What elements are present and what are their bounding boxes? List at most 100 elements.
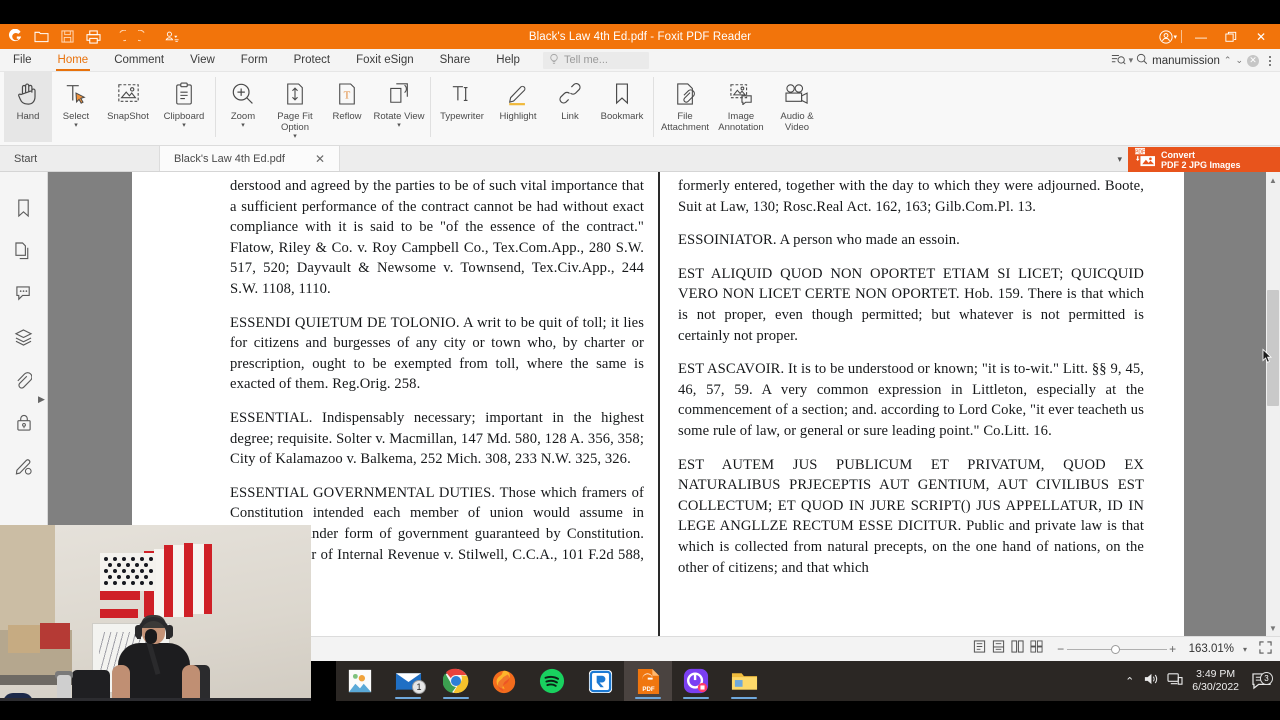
- volume-icon[interactable]: [1143, 672, 1158, 691]
- signatures-icon[interactable]: [12, 454, 36, 478]
- tab-close-icon[interactable]: ✕: [315, 152, 325, 166]
- taskbar-running-indicator: [731, 697, 757, 699]
- convert-ad-icon: PDF: [1134, 147, 1156, 172]
- fullscreen-icon[interactable]: [1259, 641, 1272, 657]
- taskbar-item-firefox[interactable]: [480, 661, 528, 701]
- file-attachment-button[interactable]: File Attachment: [657, 72, 713, 142]
- find-input[interactable]: manumission: [1152, 55, 1220, 67]
- paragraph: ESSENDI QUIETUM DE TOLONIO. A writ to be…: [230, 314, 644, 393]
- tab-blacks-law-pdf[interactable]: Black's Law 4th Ed.pdf ✕: [160, 146, 340, 171]
- restore-button[interactable]: [1216, 24, 1246, 49]
- zoom-caret-icon[interactable]: ▾: [241, 122, 245, 129]
- foxit-logo-icon[interactable]: [3, 26, 27, 48]
- flag-union: [100, 553, 156, 591]
- rotate-view-button[interactable]: Rotate View ▾: [371, 72, 427, 142]
- undo-icon[interactable]: [107, 26, 131, 48]
- single-page-view-icon[interactable]: [973, 640, 986, 658]
- touch-mode-icon[interactable]: [159, 26, 183, 48]
- menu-item-foxit-esign[interactable]: Foxit eSign: [343, 49, 427, 72]
- hand-tool-button[interactable]: Hand: [4, 72, 52, 142]
- link-tool-button[interactable]: Link: [546, 72, 594, 142]
- taskbar-item-file-explorer[interactable]: [720, 661, 768, 701]
- highlight-tool-button[interactable]: Highlight: [490, 72, 546, 142]
- save-icon[interactable]: [55, 26, 79, 48]
- menu-item-form[interactable]: Form: [228, 49, 281, 72]
- page-fit-caret-icon[interactable]: ▾: [293, 133, 297, 140]
- tab-overflow-caret-icon[interactable]: ▾: [1117, 146, 1122, 172]
- comments-icon[interactable]: [12, 282, 36, 306]
- network-icon[interactable]: [1167, 672, 1183, 691]
- convert-pdf-ad-banner[interactable]: PDF Convert PDF 2 JPG Images: [1128, 147, 1280, 172]
- menu-item-protect[interactable]: Protect: [281, 49, 343, 72]
- taskbar-item-foxit-pdf[interactable]: PDF: [624, 661, 672, 701]
- menu-item-view[interactable]: View: [177, 49, 228, 72]
- menu-item-help[interactable]: Help: [483, 49, 533, 72]
- taskbar-item-photos[interactable]: [336, 661, 384, 701]
- find-previous-icon[interactable]: ⌃: [1224, 55, 1232, 66]
- screen-left-letterbox: [311, 661, 336, 701]
- bookmark-tool-button[interactable]: Bookmark: [594, 72, 650, 142]
- more-options-icon[interactable]: [1262, 55, 1278, 66]
- zoom-level-value[interactable]: 163.01%: [1189, 643, 1234, 655]
- document-scrollbar[interactable]: ▲ ▼: [1266, 172, 1280, 636]
- security-icon[interactable]: [12, 411, 36, 435]
- taskbar-clock[interactable]: 3:49 PM 6/30/2022: [1192, 668, 1239, 694]
- microphone-icon: [145, 629, 157, 644]
- scroll-up-icon[interactable]: ▲: [1267, 174, 1279, 186]
- search-options-icon[interactable]: [1111, 53, 1126, 69]
- taskbar-item-chrome[interactable]: [432, 661, 480, 701]
- continuous-view-icon[interactable]: [992, 640, 1005, 658]
- zoom-level-caret-icon[interactable]: ▾: [1243, 645, 1247, 654]
- rotate-view-caret-icon[interactable]: ▾: [397, 122, 401, 129]
- close-button[interactable]: ✕: [1246, 24, 1276, 49]
- audio-video-button[interactable]: Audio & Video: [769, 72, 825, 142]
- layers-icon[interactable]: [12, 325, 36, 349]
- zoom-slider-knob[interactable]: [1110, 644, 1120, 654]
- navpane-expand-icon[interactable]: ▶: [38, 394, 45, 405]
- bookmarks-icon[interactable]: [12, 196, 36, 220]
- menu-item-share[interactable]: Share: [427, 49, 484, 72]
- clipboard-caret-icon[interactable]: ▾: [182, 122, 186, 129]
- menu-item-home[interactable]: Home: [45, 49, 102, 72]
- find-clear-icon[interactable]: ✕: [1247, 54, 1259, 67]
- window-controls: ▾ — ✕: [1151, 24, 1280, 49]
- continuous-facing-view-icon[interactable]: [1030, 640, 1043, 658]
- print-icon[interactable]: [81, 26, 105, 48]
- notification-center-icon[interactable]: 3: [1248, 671, 1274, 690]
- account-caret-icon[interactable]: ▾: [1173, 33, 1177, 41]
- select-tool-button[interactable]: Select ▾: [52, 72, 100, 142]
- zoom-tool-button[interactable]: Zoom ▾: [219, 72, 267, 142]
- select-caret-icon[interactable]: ▾: [74, 122, 78, 129]
- taskbar-item-streamlabs[interactable]: [672, 661, 720, 701]
- menu-item-comment[interactable]: Comment: [101, 49, 177, 72]
- minimize-button[interactable]: —: [1186, 24, 1216, 49]
- search-options-caret-icon[interactable]: ▾: [1129, 55, 1134, 66]
- clipboard-tool-button[interactable]: Clipboard ▾: [156, 72, 212, 142]
- page-thumbnails-icon[interactable]: [12, 239, 36, 263]
- tab-start-label: Start: [14, 152, 38, 165]
- menu-item-file[interactable]: File: [0, 49, 45, 72]
- open-icon[interactable]: [29, 26, 53, 48]
- reflow-tool-button[interactable]: T Reflow: [323, 72, 371, 142]
- show-hidden-icons-icon[interactable]: ⌃: [1125, 675, 1134, 688]
- zoom-slider-rail[interactable]: [1066, 644, 1167, 654]
- typewriter-tool-button[interactable]: Typewriter: [434, 72, 490, 142]
- zoom-out-button[interactable]: −: [1055, 642, 1067, 656]
- redo-icon[interactable]: [133, 26, 157, 48]
- zoom-in-button[interactable]: +: [1167, 642, 1179, 656]
- scroll-down-icon[interactable]: ▼: [1267, 622, 1279, 634]
- paragraph: ESSENTIAL. Indispensably necessary; impo…: [230, 409, 644, 468]
- find-box[interactable]: manumission ⌃ ⌄ ✕: [1136, 53, 1259, 68]
- tell-me-search[interactable]: Tell me...: [542, 51, 649, 69]
- taskbar-item-mail[interactable]: 1: [384, 661, 432, 701]
- snapshot-tool-button[interactable]: SnapShot: [100, 72, 156, 142]
- tab-start[interactable]: Start: [0, 146, 160, 171]
- taskbar-item-spotify[interactable]: [528, 661, 576, 701]
- image-annotation-button[interactable]: Image Annotation: [713, 72, 769, 142]
- taskbar-item-rumble[interactable]: [576, 661, 624, 701]
- facing-view-icon[interactable]: [1010, 640, 1024, 658]
- zoom-slider[interactable]: − +: [1055, 642, 1179, 656]
- attachments-icon[interactable]: [12, 368, 36, 392]
- find-next-icon[interactable]: ⌄: [1235, 55, 1243, 66]
- page-fit-option-button[interactable]: Page Fit Option ▾: [267, 72, 323, 142]
